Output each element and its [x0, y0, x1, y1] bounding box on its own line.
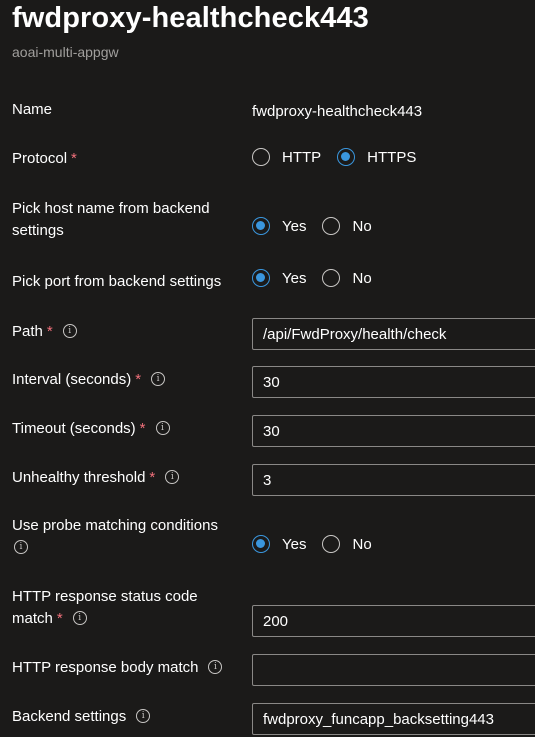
- body-match-input[interactable]: [252, 654, 535, 686]
- protocol-https-radio[interactable]: HTTPS: [337, 148, 416, 166]
- radio-label: No: [352, 535, 372, 553]
- info-icon-row: i: [12, 537, 218, 559]
- protocol-radio-group: HTTP HTTPS: [252, 148, 432, 166]
- radio-circle[interactable]: [252, 148, 270, 166]
- interval-label: Interval (seconds) * i: [12, 369, 166, 391]
- radio-circle-selected[interactable]: [252, 217, 270, 235]
- radio-label: No: [352, 217, 372, 235]
- unhealthy-label-text: Unhealthy threshold: [12, 469, 146, 486]
- pick-host-label-line1: Pick host name from backend: [12, 200, 210, 217]
- name-value: fwdproxy-healthcheck443: [252, 103, 423, 120]
- pick-port-radio-group: Yes No: [252, 269, 388, 287]
- name-label-text: Name: [12, 101, 53, 118]
- radio-label: HTTP: [282, 148, 322, 166]
- radio-circle-selected[interactable]: [252, 269, 270, 287]
- radio-label: Yes: [282, 535, 307, 553]
- info-icon[interactable]: i: [208, 660, 223, 675]
- probe-matching-yes-radio[interactable]: Yes: [252, 535, 306, 553]
- page-title: fwdproxy-healthcheck443: [12, 2, 369, 34]
- info-icon[interactable]: i: [151, 372, 166, 387]
- backend-settings-dropdown[interactable]: [252, 703, 535, 735]
- protocol-label-text: Protocol: [12, 150, 68, 167]
- path-input[interactable]: [252, 318, 535, 350]
- info-icon[interactable]: i: [165, 470, 180, 485]
- name-label: Name: [12, 99, 52, 121]
- info-icon[interactable]: i: [14, 540, 28, 555]
- radio-label: HTTPS: [367, 148, 417, 166]
- protocol-http-radio[interactable]: HTTP: [252, 148, 321, 166]
- radio-circle[interactable]: [322, 535, 341, 553]
- info-icon[interactable]: i: [136, 709, 151, 724]
- pick-host-label-line2: settings: [12, 222, 64, 239]
- info-icon[interactable]: i: [72, 611, 87, 626]
- probe-matching-label: Use probe matching conditions i: [12, 515, 218, 559]
- page-subtitle: aoai-multi-appgw: [12, 44, 119, 60]
- interval-label-text: Interval (seconds): [12, 371, 132, 388]
- pick-host-yes-radio[interactable]: Yes: [252, 217, 306, 235]
- pick-port-label-text: Pick port from backend settings: [12, 273, 222, 290]
- required-marker: *: [135, 371, 142, 388]
- pick-host-radio-group: Yes No: [252, 217, 388, 235]
- required-marker: *: [71, 150, 77, 167]
- required-marker: *: [56, 610, 63, 627]
- pick-port-no-radio[interactable]: No: [322, 269, 372, 287]
- pick-port-yes-radio[interactable]: Yes: [252, 269, 306, 287]
- info-icon[interactable]: i: [62, 324, 77, 339]
- status-code-label-line2-row: match * i: [12, 608, 198, 630]
- probe-matching-no-radio[interactable]: No: [322, 535, 372, 553]
- probe-matching-label-text: Use probe matching conditions: [12, 517, 218, 534]
- info-icon[interactable]: i: [155, 421, 170, 436]
- radio-label: Yes: [282, 269, 307, 287]
- timeout-input[interactable]: [252, 415, 535, 447]
- status-code-input[interactable]: [252, 605, 535, 637]
- unhealthy-label: Unhealthy threshold * i: [12, 467, 180, 489]
- backend-settings-label: Backend settings i: [12, 706, 151, 728]
- radio-circle[interactable]: [322, 217, 341, 235]
- radio-circle-selected[interactable]: [252, 535, 270, 553]
- unhealthy-threshold-input[interactable]: [252, 464, 535, 496]
- radio-label: Yes: [282, 217, 307, 235]
- protocol-label: Protocol *: [12, 148, 77, 170]
- path-label: Path * i: [12, 321, 77, 343]
- body-match-label: HTTP response body match i: [12, 657, 223, 679]
- path-label-text: Path: [12, 323, 43, 340]
- required-marker: *: [149, 469, 156, 486]
- status-code-label-line2: match: [12, 610, 53, 627]
- backend-settings-label-text: Backend settings: [12, 708, 127, 725]
- radio-circle-selected[interactable]: [337, 148, 356, 166]
- pick-port-label: Pick port from backend settings: [12, 271, 221, 293]
- required-marker: *: [139, 420, 146, 437]
- pick-host-no-radio[interactable]: No: [322, 217, 372, 235]
- body-match-label-text: HTTP response body match: [12, 659, 199, 676]
- interval-input[interactable]: [252, 366, 535, 398]
- timeout-label: Timeout (seconds) * i: [12, 418, 170, 440]
- timeout-label-text: Timeout (seconds): [12, 420, 136, 437]
- status-code-label: HTTP response status code match * i: [12, 586, 198, 630]
- status-code-label-line1: HTTP response status code: [12, 588, 198, 605]
- probe-matching-radio-group: Yes No: [252, 535, 388, 553]
- radio-label: No: [352, 269, 372, 287]
- radio-circle[interactable]: [322, 269, 341, 287]
- required-marker: *: [46, 323, 53, 340]
- pick-host-label: Pick host name from backend settings: [12, 198, 210, 242]
